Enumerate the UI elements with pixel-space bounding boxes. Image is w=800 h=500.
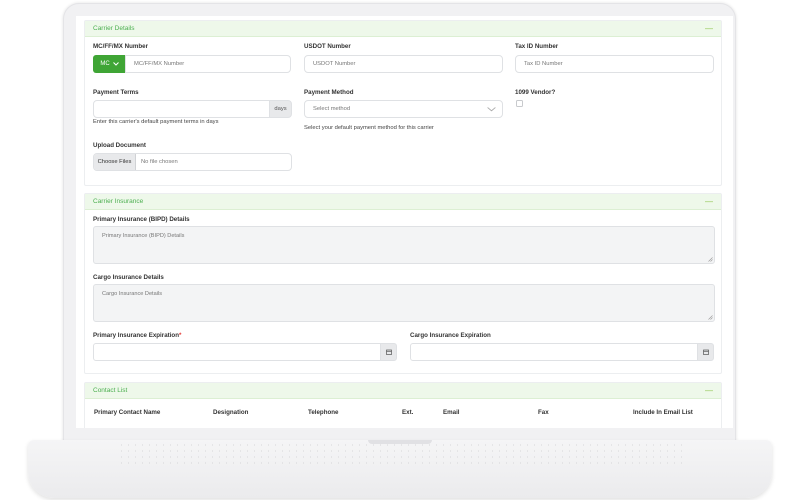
primary-expiration-input[interactable] bbox=[93, 343, 381, 361]
primary-expiration-text: Primary Insurance Expiration bbox=[93, 332, 179, 339]
app-screen: Carrier Details — MC/FF/MX Number MC MC/… bbox=[76, 16, 733, 428]
mc-number-label: MC/FF/MX Number bbox=[93, 43, 148, 50]
mc-type-dropdown[interactable]: MC bbox=[93, 55, 126, 73]
upload-document-label: Upload Document bbox=[93, 142, 146, 149]
column-header: Ext. bbox=[402, 409, 414, 416]
primary-expiration-label: Primary Insurance Expiration* bbox=[93, 332, 181, 339]
tax-id-input[interactable]: Tax ID Number bbox=[515, 55, 714, 73]
resize-grip-icon[interactable] bbox=[708, 257, 713, 262]
cargo-expiration-label: Cargo Insurance Expiration bbox=[410, 332, 491, 339]
column-header: Include In Email List bbox=[633, 409, 693, 416]
contact-list-header[interactable]: Contact List — bbox=[85, 383, 721, 399]
no-file-text: No file chosen bbox=[141, 159, 178, 165]
resize-grip-icon[interactable] bbox=[708, 315, 713, 320]
cargo-expiration-calendar-button[interactable] bbox=[697, 343, 714, 361]
laptop-base bbox=[28, 440, 772, 498]
collapse-icon[interactable]: — bbox=[705, 24, 713, 33]
collapse-icon[interactable]: — bbox=[705, 386, 713, 395]
payment-terms-label: Payment Terms bbox=[93, 89, 139, 96]
primary-insurance-placeholder: Primary Insurance (BIPD) Details bbox=[102, 233, 185, 239]
payment-method-select[interactable]: Select method bbox=[304, 100, 503, 118]
keyboard-area bbox=[118, 442, 682, 466]
column-header: Telephone bbox=[308, 409, 339, 416]
mc-number-input[interactable]: MC/FF/MX Number bbox=[125, 55, 291, 73]
collapse-icon[interactable]: — bbox=[705, 197, 713, 206]
column-header: Email bbox=[443, 409, 460, 416]
mc-type-value: MC bbox=[100, 61, 110, 67]
carrier-insurance-section: Carrier Insurance — Primary Insurance (B… bbox=[84, 193, 722, 374]
cargo-insurance-textarea[interactable]: Cargo Insurance Details bbox=[93, 284, 715, 322]
calendar-icon bbox=[702, 349, 709, 355]
vendor-1099-checkbox[interactable] bbox=[516, 100, 523, 107]
chevron-down-icon bbox=[112, 62, 119, 66]
payment-terms-help: Enter this carrier's default payment ter… bbox=[93, 119, 219, 125]
choose-files-button[interactable]: Choose Files bbox=[94, 154, 136, 170]
column-header: Designation bbox=[213, 409, 249, 416]
payment-terms-input[interactable] bbox=[93, 100, 271, 118]
vendor-1099-label: 1099 Vendor? bbox=[515, 89, 556, 96]
column-header: Fax bbox=[538, 409, 549, 416]
payment-method-value: Select method bbox=[313, 106, 351, 112]
cargo-insurance-label: Cargo Insurance Details bbox=[93, 274, 164, 281]
cargo-insurance-placeholder: Cargo Insurance Details bbox=[102, 291, 163, 297]
primary-insurance-label: Primary Insurance (BIPD) Details bbox=[93, 216, 190, 223]
carrier-details-section: Carrier Details — MC/FF/MX Number MC MC/… bbox=[84, 20, 722, 186]
contact-list-section: Contact List — Primary Contact Name Desi… bbox=[84, 382, 722, 428]
carrier-insurance-header[interactable]: Carrier Insurance — bbox=[85, 194, 721, 210]
section-title: Carrier Insurance bbox=[93, 198, 144, 205]
cargo-expiration-input[interactable] bbox=[410, 343, 698, 361]
required-marker: * bbox=[178, 332, 182, 339]
payment-method-label: Payment Method bbox=[304, 89, 354, 96]
primary-expiration-calendar-button[interactable] bbox=[380, 343, 397, 361]
calendar-icon bbox=[385, 349, 392, 355]
primary-insurance-textarea[interactable]: Primary Insurance (BIPD) Details bbox=[93, 226, 715, 264]
column-header: Primary Contact Name bbox=[94, 409, 161, 416]
section-title: Carrier Details bbox=[93, 25, 135, 32]
payment-method-help: Select your default payment method for t… bbox=[304, 125, 434, 131]
usdot-label: USDOT Number bbox=[304, 43, 351, 50]
carrier-details-header[interactable]: Carrier Details — bbox=[85, 21, 721, 37]
tax-id-label: Tax ID Number bbox=[515, 43, 559, 50]
payment-terms-days-addon: days bbox=[269, 100, 292, 118]
upload-document-input[interactable]: Choose Files No file chosen bbox=[93, 153, 292, 171]
chevron-down-icon bbox=[487, 107, 496, 112]
usdot-input[interactable]: USDOT Number bbox=[304, 55, 503, 73]
section-title: Contact List bbox=[93, 387, 128, 394]
